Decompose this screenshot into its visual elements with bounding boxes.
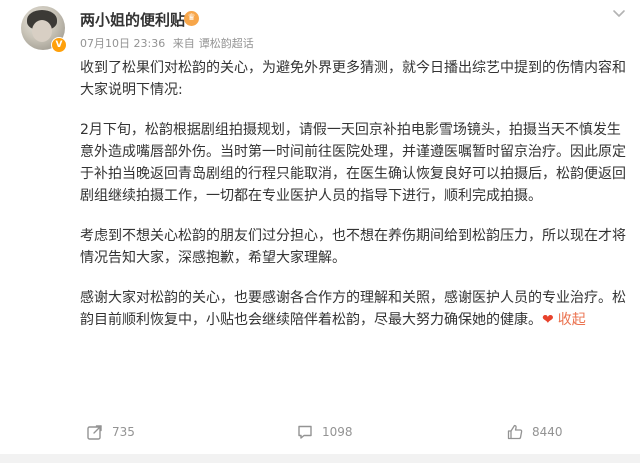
forward-button[interactable]: 735 [86,422,135,442]
forward-count: 735 [112,425,135,439]
like-count: 8440 [532,425,563,439]
source-prefix: 来自 [172,37,195,50]
like-icon [507,424,523,440]
heart-emoji-icon: ❤ [542,312,554,328]
post-paragraph-3: 考虑到不想关心松韵的朋友们过分担心，也不想在养伤期间给到松韵压力，所以现在才将情… [80,228,626,266]
post-body: 收到了松果们对松韵的关心，为避免外界更多猜测，就今日播出综艺中提到的伤情内容和大… [80,57,628,349]
forward-icon [87,425,102,440]
action-bar: 735 1098 8440 [0,414,640,450]
post-paragraph-2: 2月下旬，松韵根据剧组拍摄规划，请假一天回京补拍电影雪场镜头，拍摄当天不慎发生意… [80,122,626,204]
author-name[interactable]: 两小姐的便利贴 [80,9,185,30]
post-timestamp[interactable]: 07月10日 23:36 [80,37,165,50]
post-source-link[interactable]: 谭松韵超话 [199,37,254,50]
comment-icon [298,425,312,439]
avatar-face [32,20,52,42]
card-divider [0,454,640,463]
vip-level-icon[interactable]: ♛ [184,11,199,26]
post-paragraph-1: 收到了松果们对松韵的关心，为避免外界更多猜测，就今日播出综艺中提到的伤情内容和大… [80,60,626,98]
weibo-post-card: V 两小姐的便利贴 ♛ 07月10日 23:36 来自 谭松韵超话 收到了松果们对… [0,0,640,463]
verified-badge-icon: V [51,37,67,53]
post-meta: 07月10日 23:36 来自 谭松韵超话 [80,35,258,51]
comment-count: 1098 [322,425,353,439]
comment-button[interactable]: 1098 [296,422,353,442]
post-paragraph-4: 感谢大家对松韵的关心，也要感谢各合作方的理解和关照，感谢医护人员的专业治疗。松韵… [80,287,628,331]
collapse-link[interactable]: 收起 [558,312,586,328]
chevron-down-icon[interactable] [610,4,628,22]
like-button[interactable]: 8440 [506,422,563,442]
